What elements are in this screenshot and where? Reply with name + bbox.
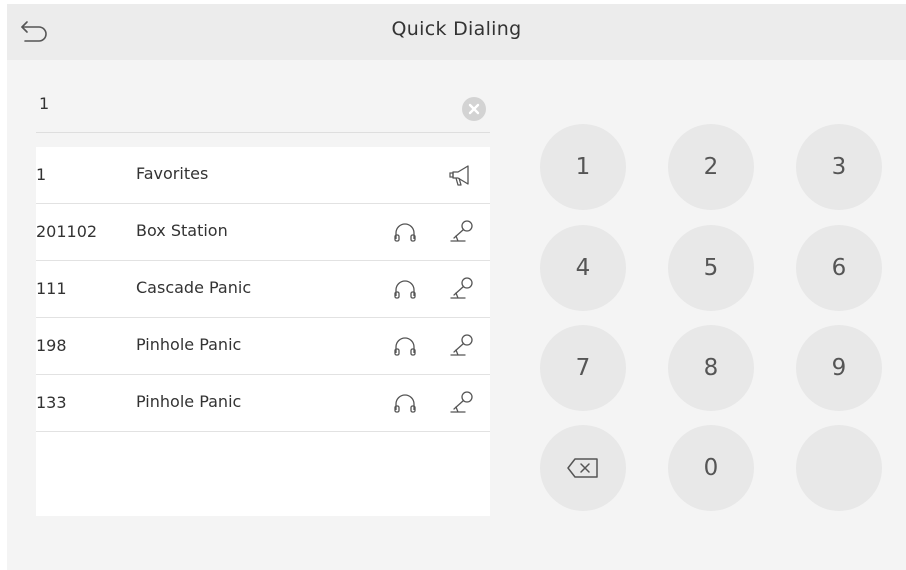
result-number: 1 (36, 165, 47, 184)
microphone-icon[interactable] (446, 218, 476, 246)
headset-icon[interactable] (393, 279, 417, 301)
key-0[interactable]: 0 (668, 425, 754, 511)
headset-icon[interactable] (393, 393, 417, 415)
page-title: Quick Dialing (391, 18, 522, 40)
dial-input-row: 1 (36, 84, 490, 133)
backspace-key[interactable] (540, 425, 626, 511)
key-1[interactable]: 1 (540, 124, 626, 210)
result-row-favorites[interactable]: 1 Favorites (36, 147, 490, 204)
result-number: 133 (36, 393, 67, 412)
dial-input[interactable]: 1 (39, 94, 49, 113)
key-blank[interactable] (796, 425, 882, 511)
microphone-icon[interactable] (446, 332, 476, 360)
key-4[interactable]: 4 (540, 225, 626, 311)
results-list: 1 Favorites 201102 Box Station 111 Casca… (36, 147, 490, 516)
key-3[interactable]: 3 (796, 124, 882, 210)
result-number: 201102 (36, 222, 98, 241)
clear-input-button[interactable] (461, 96, 487, 122)
headset-icon[interactable] (393, 336, 417, 358)
quick-dialing-screen: Quick Dialing 1 1 Favorites 201102 Box S… (7, 4, 906, 570)
key-7[interactable]: 7 (540, 325, 626, 411)
key-8[interactable]: 8 (668, 325, 754, 411)
result-row[interactable]: 133 Pinhole Panic (36, 375, 490, 432)
result-number: 111 (36, 279, 67, 298)
microphone-icon[interactable] (446, 389, 476, 417)
headset-icon[interactable] (393, 222, 417, 244)
result-name: Box Station (136, 221, 228, 240)
result-name: Pinhole Panic (136, 335, 242, 354)
result-name: Cascade Panic (136, 278, 252, 297)
result-name: Favorites (136, 164, 209, 183)
key-2[interactable]: 2 (668, 124, 754, 210)
key-6[interactable]: 6 (796, 225, 882, 311)
result-row[interactable]: 201102 Box Station (36, 204, 490, 261)
megaphone-icon[interactable] (446, 161, 476, 189)
clear-input-icon (462, 97, 486, 121)
result-row[interactable]: 111 Cascade Panic (36, 261, 490, 318)
result-number: 198 (36, 336, 67, 355)
key-5[interactable]: 5 (668, 225, 754, 311)
microphone-icon[interactable] (446, 275, 476, 303)
result-row[interactable]: 198 Pinhole Panic (36, 318, 490, 375)
result-name: Pinhole Panic (136, 392, 242, 411)
backspace-icon (567, 458, 598, 478)
title-bar: Quick Dialing (7, 4, 906, 60)
key-9[interactable]: 9 (796, 325, 882, 411)
